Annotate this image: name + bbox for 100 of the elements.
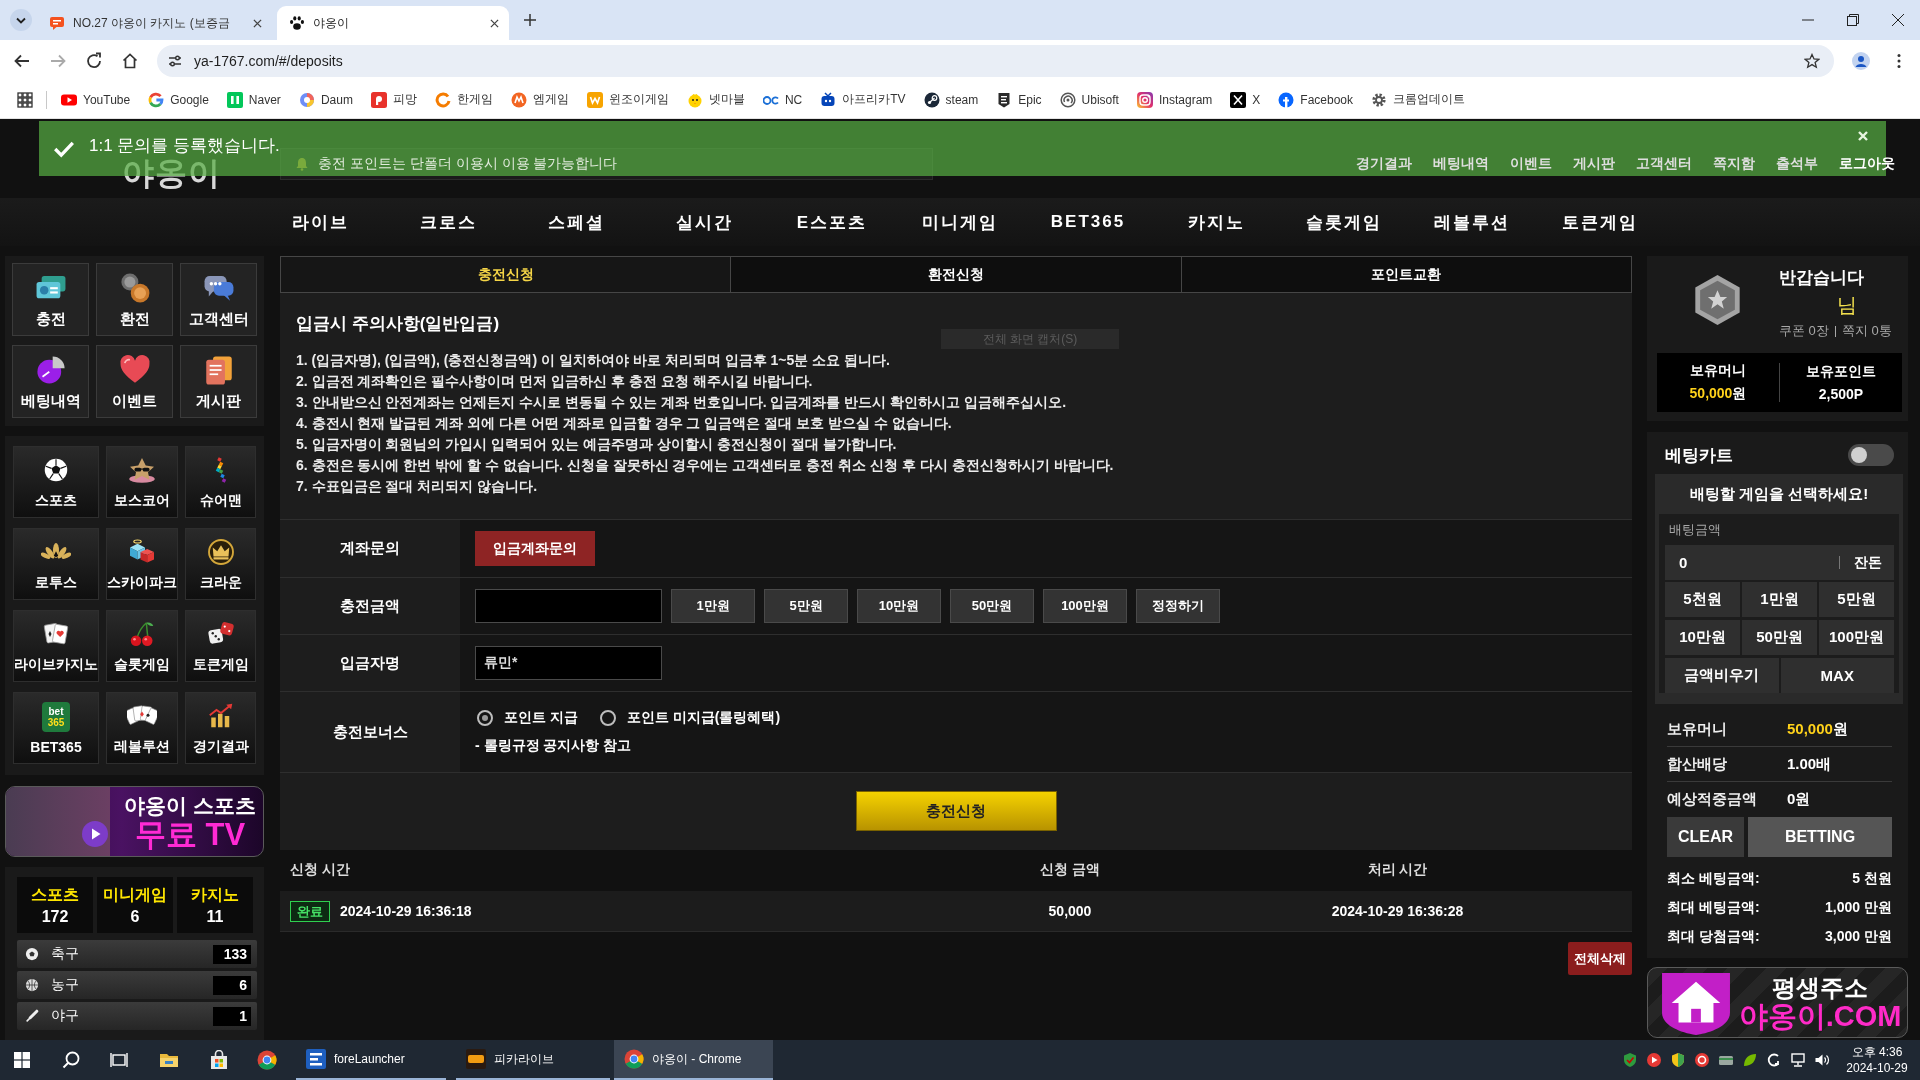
shield-icon[interactable]: [1670, 1052, 1686, 1068]
top-link[interactable]: 경기결과: [1356, 154, 1412, 173]
change-button[interactable]: 잔돈: [1854, 553, 1882, 572]
close-icon[interactable]: [1891, 14, 1904, 26]
top-link[interactable]: 게시판: [1573, 154, 1615, 173]
nav-item[interactable]: 레볼루션: [1434, 210, 1510, 234]
browser-tab[interactable]: NO.27 야옹이 카지노 (보증금: [37, 6, 272, 40]
toggle-switch[interactable]: [1848, 444, 1894, 466]
clear-amount-button[interactable]: 금액비우기: [1665, 658, 1779, 693]
game-tile[interactable]: 경기결과: [185, 692, 256, 764]
radio-option[interactable]: 포인트 지급: [477, 709, 578, 727]
sport-list-item[interactable]: 야구 1: [17, 1002, 257, 1030]
tab[interactable]: 포인트교환: [1180, 256, 1632, 293]
nav-item[interactable]: 크로스: [419, 210, 477, 234]
folder-icon[interactable]: [159, 1051, 179, 1069]
profile-icon[interactable]: [1852, 51, 1870, 70]
bookmark[interactable]: YouTube: [61, 91, 131, 108]
bookmark[interactable]: 크롬업데이트: [1371, 91, 1466, 108]
game-tile[interactable]: 크라운: [185, 528, 256, 600]
bookmark[interactable]: 넷마블: [686, 91, 745, 108]
shortcut-tile[interactable]: 고객센터: [180, 263, 257, 336]
game-tile[interactable]: 스카이파크: [106, 528, 178, 600]
category-count-tile[interactable]: 스포츠 172: [17, 877, 93, 933]
submit-button[interactable]: 충전신청: [855, 791, 1057, 831]
taskbar-app[interactable]: foreLauncher: [296, 1040, 446, 1080]
bookmark[interactable]: Facebook: [1278, 91, 1354, 108]
top-link[interactable]: 베팅내역: [1433, 154, 1489, 173]
nav-item[interactable]: 미니게임: [922, 210, 998, 234]
sport-list-item[interactable]: 축구 133: [17, 940, 257, 968]
shortcut-tile[interactable]: 베팅내역: [12, 345, 89, 418]
bookmark[interactable]: X: [1230, 91, 1261, 108]
bookmark[interactable]: 피망: [370, 91, 417, 108]
game-tile[interactable]: 라이브카지노: [13, 610, 99, 682]
nav-item[interactable]: 실시간: [675, 210, 733, 234]
shopping-bag-icon[interactable]: [209, 1050, 229, 1070]
record-icon[interactable]: [1694, 1052, 1710, 1068]
bookmark[interactable]: Naver: [226, 91, 281, 108]
shortcut-tile[interactable]: 충전: [12, 263, 89, 336]
sports-tv-banner[interactable]: 야옹이 스포츠 무료 TV: [5, 786, 264, 857]
amount-button[interactable]: 5천원: [1665, 582, 1740, 617]
browser-icon[interactable]: [257, 1050, 277, 1070]
delete-all-button[interactable]: 전체삭제: [1568, 942, 1632, 975]
nav-item[interactable]: 카지노: [1187, 210, 1245, 234]
top-link[interactable]: 고객센터: [1636, 154, 1692, 173]
bookmark[interactable]: NC: [762, 91, 803, 108]
address-bar[interactable]: ya-1767.com/#/deposits: [157, 44, 1834, 77]
radio-option[interactable]: 포인트 미지급(롤링혜택): [599, 709, 781, 727]
restore-icon[interactable]: [1846, 14, 1859, 26]
plus-icon[interactable]: [523, 13, 537, 27]
reload-icon[interactable]: [85, 51, 103, 70]
shortcut-tile[interactable]: 게시판: [180, 345, 257, 418]
leaf-icon[interactable]: [1742, 1052, 1758, 1068]
amount-button[interactable]: 10만원: [857, 589, 941, 623]
bookmark[interactable]: steam: [923, 91, 979, 108]
shortcut-tile[interactable]: 환전: [96, 263, 173, 336]
coupon-count[interactable]: 쿠폰 0장: [1779, 322, 1829, 340]
amount-button[interactable]: 1만원: [1742, 582, 1817, 617]
game-tile[interactable]: 슈어맨: [185, 446, 256, 518]
sport-list-item[interactable]: 농구 6: [17, 971, 257, 999]
nav-item[interactable]: 라이브: [291, 210, 349, 234]
amount-button[interactable]: 50만원: [1742, 620, 1817, 655]
taskbar-app[interactable]: 야옹이 - Chrome: [614, 1040, 773, 1080]
category-count-tile[interactable]: 카지노 11: [177, 877, 253, 933]
bookmark[interactable]: 한게임: [434, 91, 493, 108]
amount-button[interactable]: 50만원: [950, 589, 1034, 623]
network-icon[interactable]: [1790, 1052, 1806, 1068]
bookmark[interactable]: 윈조이게임: [586, 91, 669, 108]
close-icon[interactable]: [253, 18, 262, 28]
inquiry-button[interactable]: 입금계좌문의: [475, 531, 595, 566]
address-banner[interactable]: 평생주소 야옹이.COM: [1647, 967, 1908, 1038]
bookmark[interactable]: Ubisoft: [1059, 91, 1119, 108]
radio-button[interactable]: [599, 710, 616, 726]
bet-amount-field[interactable]: 0 잔돈: [1665, 545, 1894, 580]
betting-button[interactable]: BETTING: [1748, 817, 1892, 857]
tab[interactable]: 환전신청: [730, 256, 1182, 293]
message-count[interactable]: 쪽지 0통: [1841, 322, 1892, 340]
category-count-tile[interactable]: 미니게임 6: [97, 877, 173, 933]
game-tile[interactable]: 토큰게임: [185, 610, 256, 682]
game-tile[interactable]: 레볼루션: [106, 692, 178, 764]
nav-item[interactable]: E스포츠: [796, 210, 868, 234]
max-button[interactable]: MAX: [1780, 658, 1894, 693]
tab[interactable]: 충전신청: [280, 256, 732, 293]
arc-icon[interactable]: [1766, 1052, 1782, 1068]
shield-icon[interactable]: [1622, 1052, 1638, 1068]
amount-button[interactable]: 5만원: [1819, 582, 1894, 617]
nav-item[interactable]: 슬롯게임: [1306, 210, 1382, 234]
shortcut-tile[interactable]: 이벤트: [96, 345, 173, 418]
home-icon[interactable]: [121, 51, 139, 70]
amount-button[interactable]: 1만원: [671, 589, 755, 623]
amount-button[interactable]: 100만원: [1043, 589, 1127, 623]
bookmark[interactable]: Google: [148, 91, 209, 108]
top-link[interactable]: 이벤트: [1510, 154, 1552, 173]
search-icon[interactable]: [62, 1051, 80, 1069]
more-menu-icon[interactable]: [1897, 52, 1901, 69]
chevron-down-icon[interactable]: [10, 9, 32, 31]
top-link[interactable]: 로그아웃: [1839, 154, 1895, 173]
radio-button[interactable]: [477, 710, 493, 726]
close-icon[interactable]: [490, 18, 499, 28]
taskbar-app[interactable]: 피카라이브: [456, 1040, 610, 1080]
top-link[interactable]: 출석부: [1776, 154, 1818, 173]
